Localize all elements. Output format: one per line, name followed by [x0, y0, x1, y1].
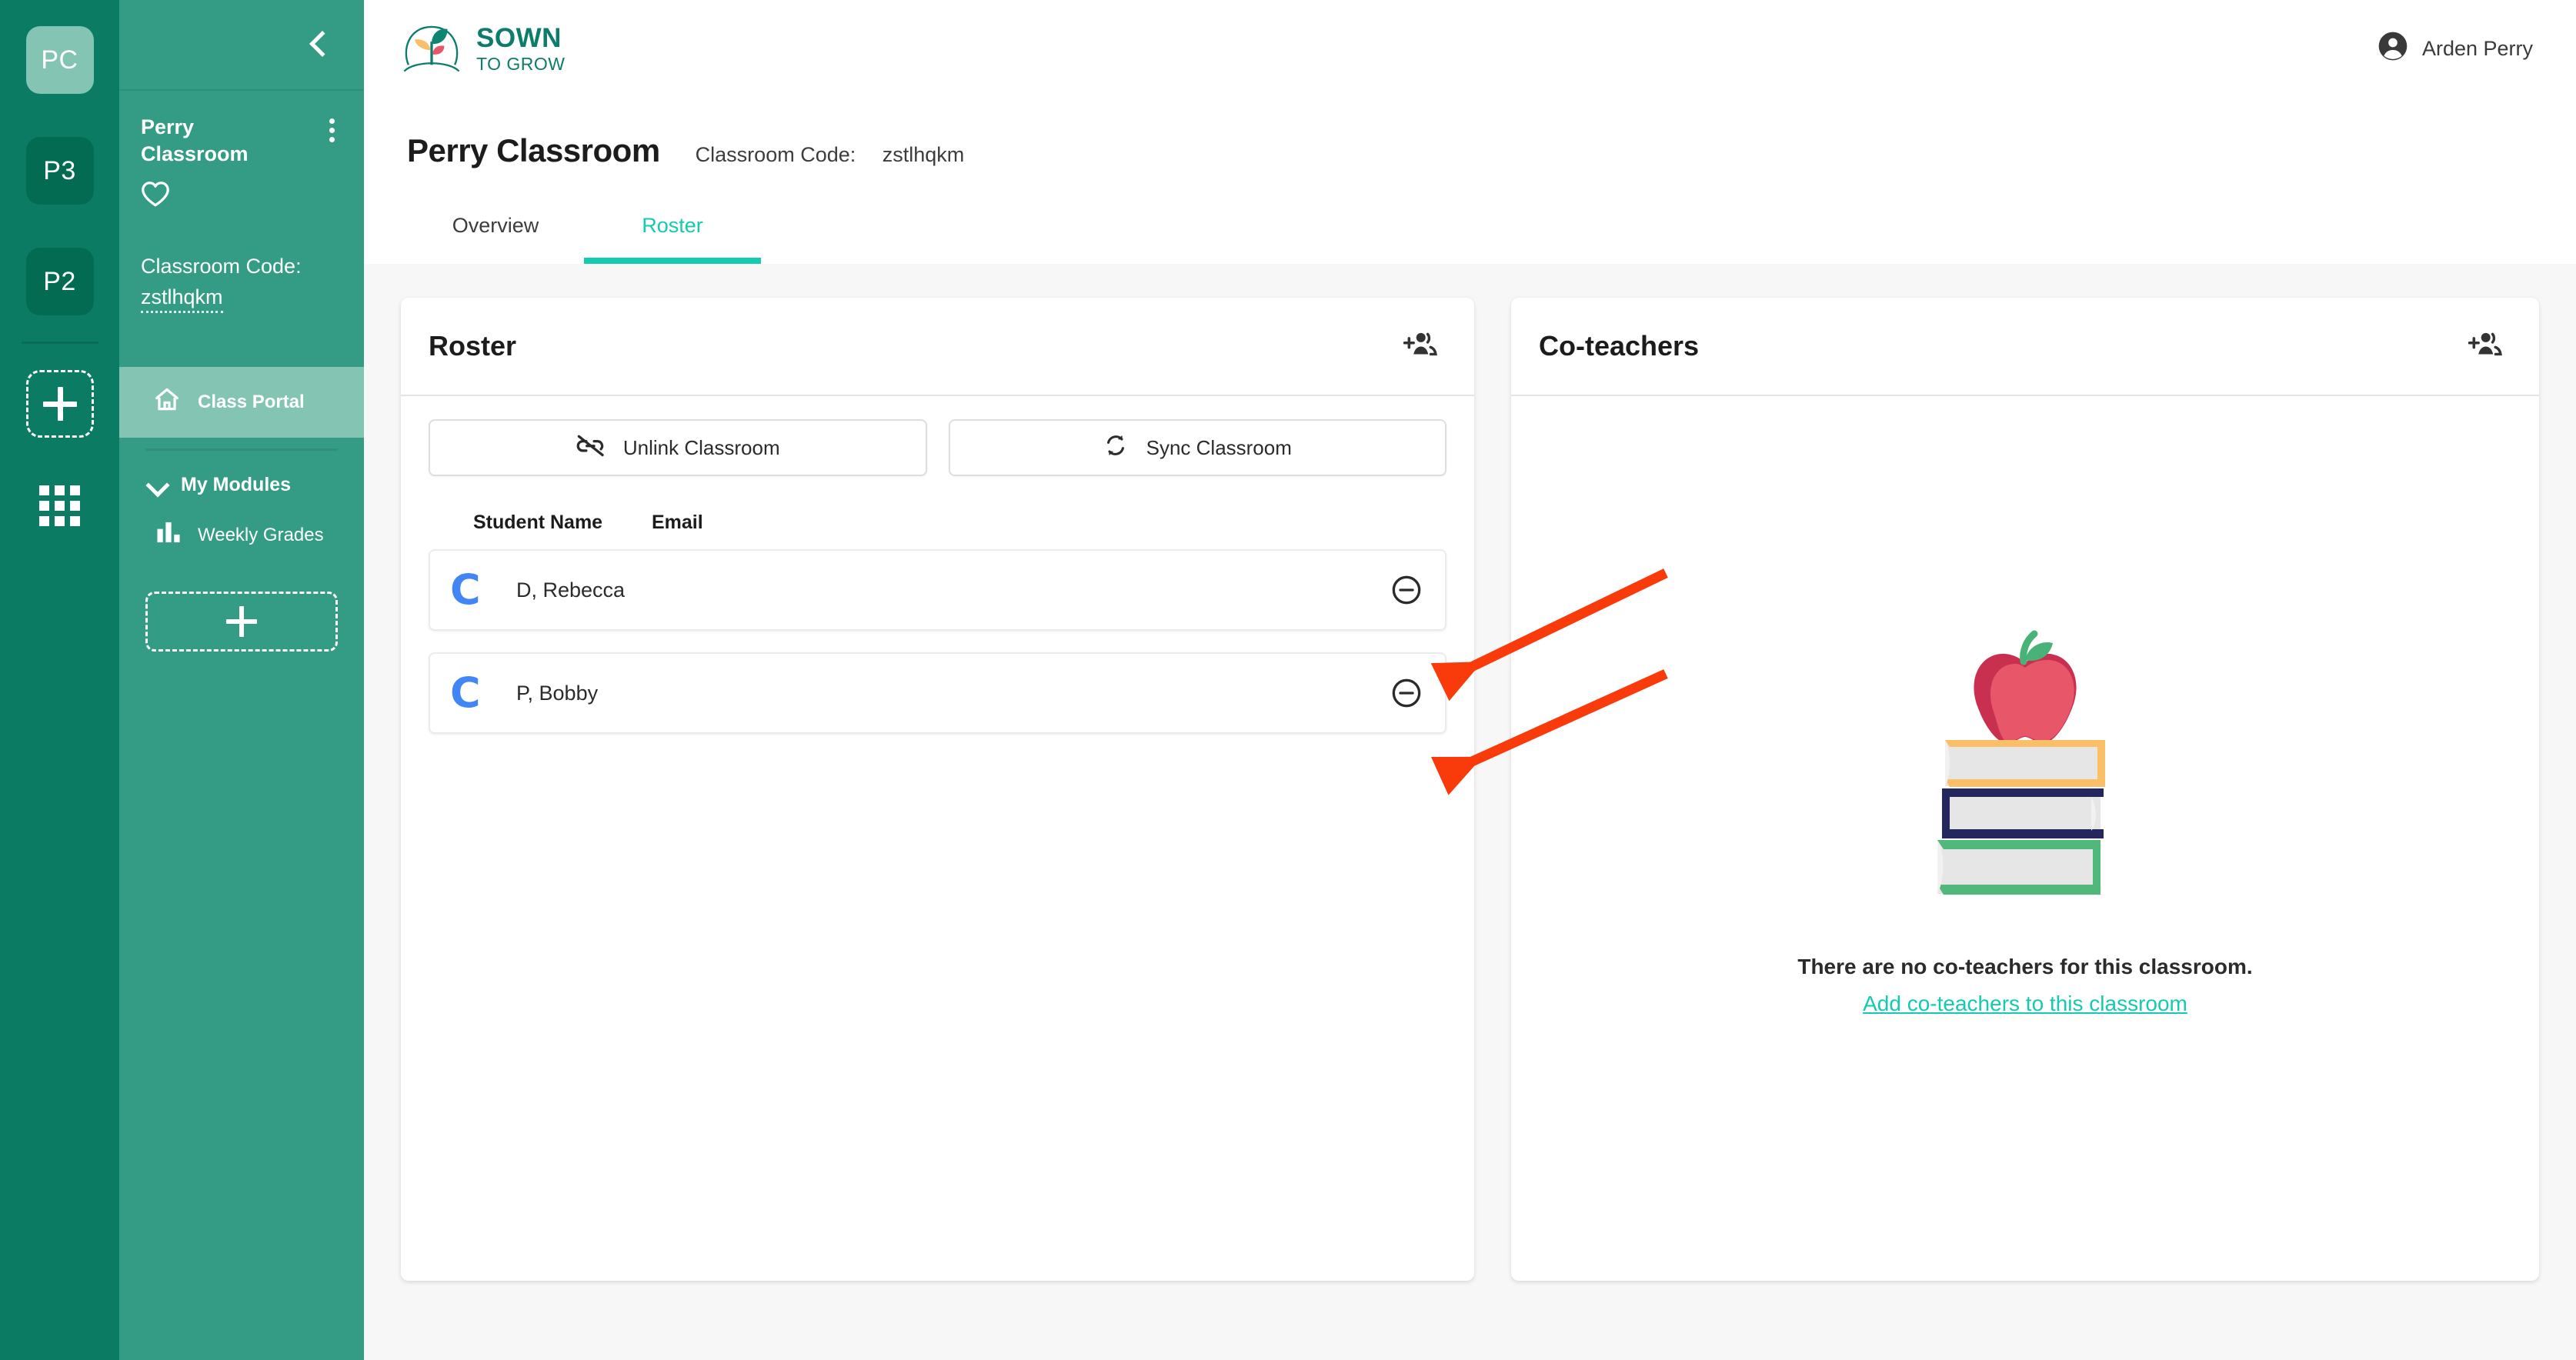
rail-tile-label: P3	[43, 155, 76, 185]
sidebar-classroom-title: Perry Classroom	[141, 115, 249, 165]
sync-classroom-button[interactable]: Sync Classroom	[948, 419, 1446, 476]
rail-tile-p3[interactable]: P3	[25, 137, 94, 205]
add-classroom-button[interactable]	[25, 370, 94, 438]
brand-text: SOWN TO GROW	[476, 25, 566, 73]
rail-tile-p2[interactable]: P2	[25, 248, 94, 315]
roster-panel-body: Unlink Classroom Sync Classroom Student …	[401, 396, 1474, 1281]
table-row[interactable]: C D, Rebecca	[429, 549, 1446, 631]
sidebar-item-label: Class Portal	[198, 391, 305, 412]
user-name: Arden Perry	[2421, 36, 2533, 60]
rail-divider	[21, 342, 98, 344]
sidebar-item-class-portal[interactable]: Class Portal	[119, 366, 364, 438]
heart-icon[interactable]	[141, 181, 342, 211]
coteachers-empty-title: There are no co-teachers for this classr…	[1797, 954, 2253, 978]
button-label: Unlink Classroom	[622, 435, 780, 459]
roster-panel: Roster Unlink Classroom Sync Classroom S…	[401, 298, 1474, 1281]
page-title-row: Perry Classroom Classroom Code: zstlhqkm	[407, 132, 2533, 169]
app-root: PC P3 P2 Perry Classroom Classroom Code:…	[0, 0, 2576, 1360]
sidebar-top	[119, 0, 364, 91]
brand-logo[interactable]: SOWN TO GROW	[399, 18, 566, 79]
main-area: SOWN TO GROW Arden Perry Perry Classroom	[364, 0, 2576, 1360]
student-name: D, Rebecca	[516, 578, 626, 602]
sidebar-title-row: Perry Classroom	[141, 114, 342, 167]
plus-icon	[42, 387, 77, 421]
table-row[interactable]: C P, Bobby	[429, 652, 1446, 734]
brand-line2: TO GROW	[476, 53, 566, 74]
coteachers-panel-header: Co-teachers	[1511, 298, 2539, 396]
home-icon	[153, 386, 181, 418]
page-code-value: zstlhqkm	[882, 143, 965, 166]
sidebar-code-value[interactable]: zstlhqkm	[141, 285, 223, 313]
coteachers-panel-title: Co-teachers	[1539, 330, 1700, 362]
tab-overview[interactable]: Overview	[407, 214, 584, 264]
sidebar-section-my-modules[interactable]: My Modules	[119, 451, 364, 496]
remove-student-button[interactable]	[1391, 678, 1422, 708]
add-people-icon[interactable]	[2468, 332, 2502, 362]
apps-grid-icon[interactable]	[39, 485, 80, 526]
tab-bar: Overview Roster	[407, 214, 2533, 264]
account-circle-icon	[2377, 31, 2408, 67]
roster-panel-header: Roster	[401, 298, 1474, 396]
sprout-logo-icon	[399, 18, 464, 79]
rail-tile-pc[interactable]: PC	[25, 26, 94, 94]
page-code-label: Classroom Code:	[695, 143, 856, 166]
classroom-rail: PC P3 P2	[0, 0, 119, 1360]
more-vertical-icon[interactable]	[322, 114, 342, 147]
tab-roster[interactable]: Roster	[584, 214, 761, 264]
brand-line1: SOWN	[476, 22, 562, 53]
rail-tile-label: PC	[41, 45, 78, 75]
sidebar-code-label: Classroom Code:	[141, 255, 302, 278]
chevron-down-icon	[147, 477, 167, 492]
plus-icon	[226, 605, 257, 637]
column-header-student-name: Student Name	[473, 512, 603, 533]
unlink-classroom-button[interactable]: Unlink Classroom	[429, 419, 927, 476]
sidebar-body: Perry Classroom Classroom Code: zstlhqkm	[119, 91, 364, 313]
sync-icon	[1103, 433, 1128, 463]
add-people-icon[interactable]	[1403, 332, 1437, 362]
chevron-left-icon[interactable]	[307, 31, 327, 58]
roster-action-buttons: Unlink Classroom Sync Classroom	[429, 419, 1446, 476]
roster-panel-title: Roster	[429, 330, 517, 362]
rail-tile-label: P2	[43, 266, 76, 296]
coteachers-empty-state: There are no co-teachers for this classr…	[1511, 396, 2539, 1281]
top-bar: SOWN TO GROW Arden Perry	[364, 0, 2576, 97]
user-menu[interactable]: Arden Perry	[2377, 31, 2533, 67]
sidebar-section-label: My Modules	[181, 473, 292, 495]
add-module-button[interactable]	[145, 591, 338, 652]
page-header: Perry Classroom Classroom Code: zstlhqkm…	[364, 97, 2576, 264]
add-coteachers-link[interactable]: Add co-teachers to this classroom	[1863, 992, 2187, 1016]
student-name: P, Bobby	[516, 681, 599, 705]
google-classroom-icon: C	[450, 565, 481, 614]
roster-table-header: Student Name Email	[429, 476, 1446, 549]
remove-student-button[interactable]	[1391, 575, 1422, 605]
google-classroom-icon: C	[450, 668, 481, 717]
button-label: Sync Classroom	[1146, 435, 1292, 459]
coteachers-panel: Co-teachers There are no co-teachers for…	[1511, 298, 2539, 1281]
bar-chart-icon	[156, 521, 181, 550]
page-title: Perry Classroom	[407, 132, 660, 168]
apple-on-books-icon	[1902, 592, 2148, 904]
content-area: Roster Unlink Classroom Sync Classroom S…	[364, 264, 2576, 1360]
page-code-group: Classroom Code: zstlhqkm	[696, 143, 965, 167]
sidebar-item-weekly-grades[interactable]: Weekly Grades	[119, 496, 364, 550]
sidebar-item-label: Weekly Grades	[198, 524, 324, 545]
link-off-icon	[576, 434, 605, 462]
class-sidebar: Perry Classroom Classroom Code: zstlhqkm…	[119, 0, 364, 1360]
column-header-email: Email	[652, 512, 703, 533]
